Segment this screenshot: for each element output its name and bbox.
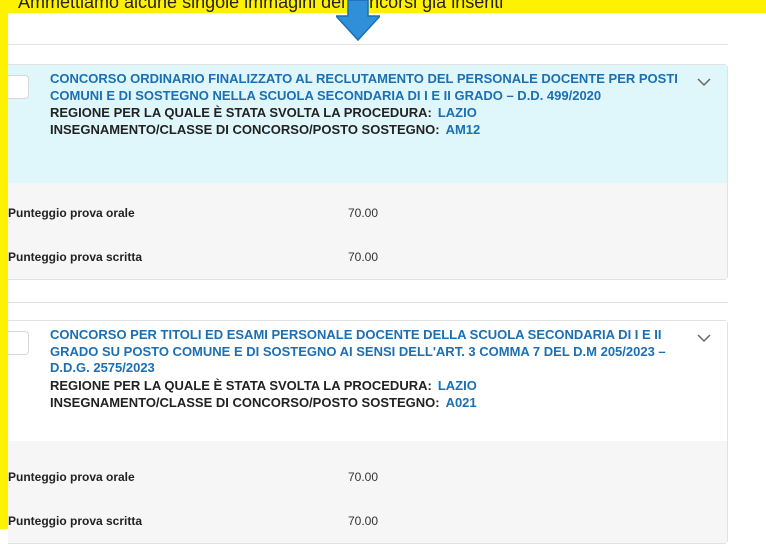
score-row: Punteggio prova orale 70.00 (8, 455, 727, 499)
concorso-card: CONCORSO PER TITOLI ED ESAMI PERSONALE D… (8, 320, 728, 544)
score-label: Punteggio prova orale (8, 470, 135, 484)
chevron-down-icon[interactable] (697, 333, 711, 343)
class-label: INSEGNAMENTO/CLASSE DI CONCORSO/POSTO SO… (50, 394, 440, 410)
highlight-bar (0, 0, 8, 529)
card-title: CONCORSO ORDINARIO FINALIZZATO AL RECLUT… (50, 71, 678, 103)
score-label: Punteggio prova scritta (8, 514, 143, 528)
class-line: INSEGNAMENTO/CLASSE DI CONCORSO/POSTO SO… (50, 394, 683, 411)
score-row: Punteggio prova scritta 70.00 (8, 235, 727, 279)
score-row: Punteggio prova orale 70.00 (8, 191, 727, 235)
card-header[interactable]: CONCORSO PER TITOLI ED ESAMI PERSONALE D… (8, 321, 727, 441)
class-line: INSEGNAMENTO/CLASSE DI CONCORSO/POSTO SO… (50, 121, 683, 138)
class-label: INSEGNAMENTO/CLASSE DI CONCORSO/POSTO SO… (50, 122, 440, 137)
score-label: Punteggio prova scritta (8, 250, 143, 264)
concorso-card: CONCORSO ORDINARIO FINALIZZATO AL RECLUT… (8, 64, 728, 280)
region-label: REGIONE PER LA QUALE È STATA SVOLTA LA P… (50, 105, 432, 120)
region-value: LAZIO (437, 377, 477, 393)
score-label: Punteggio prova orale (8, 206, 135, 220)
score-value: 70.00 (348, 250, 379, 264)
region-line: REGIONE PER LA QUALE È STATA SVOLTA LA P… (50, 104, 683, 121)
region-line: REGIONE PER LA QUALE È STATA SVOLTA LA P… (50, 377, 683, 394)
arrow-down-icon (336, 0, 380, 42)
card-header[interactable]: CONCORSO ORDINARIO FINALIZZATO AL RECLUT… (8, 65, 727, 183)
select-checkbox[interactable] (8, 331, 29, 355)
caption-banner: Ammettiamo alcune singole immagini dei c… (0, 0, 766, 13)
class-value: A021 (445, 394, 477, 410)
card-title: CONCORSO PER TITOLI ED ESAMI PERSONALE D… (50, 327, 666, 375)
select-checkbox[interactable] (8, 75, 29, 99)
score-value: 70.00 (348, 470, 379, 484)
region-value: LAZIO (437, 105, 477, 120)
score-value: 70.00 (348, 206, 379, 220)
divider (8, 44, 728, 45)
score-value: 70.00 (348, 514, 379, 528)
chevron-down-icon[interactable] (697, 77, 711, 87)
divider (8, 302, 728, 303)
score-row: Punteggio prova scritta 70.00 (8, 499, 727, 543)
class-value: AM12 (445, 122, 481, 137)
region-label: REGIONE PER LA QUALE È STATA SVOLTA LA P… (50, 377, 432, 393)
